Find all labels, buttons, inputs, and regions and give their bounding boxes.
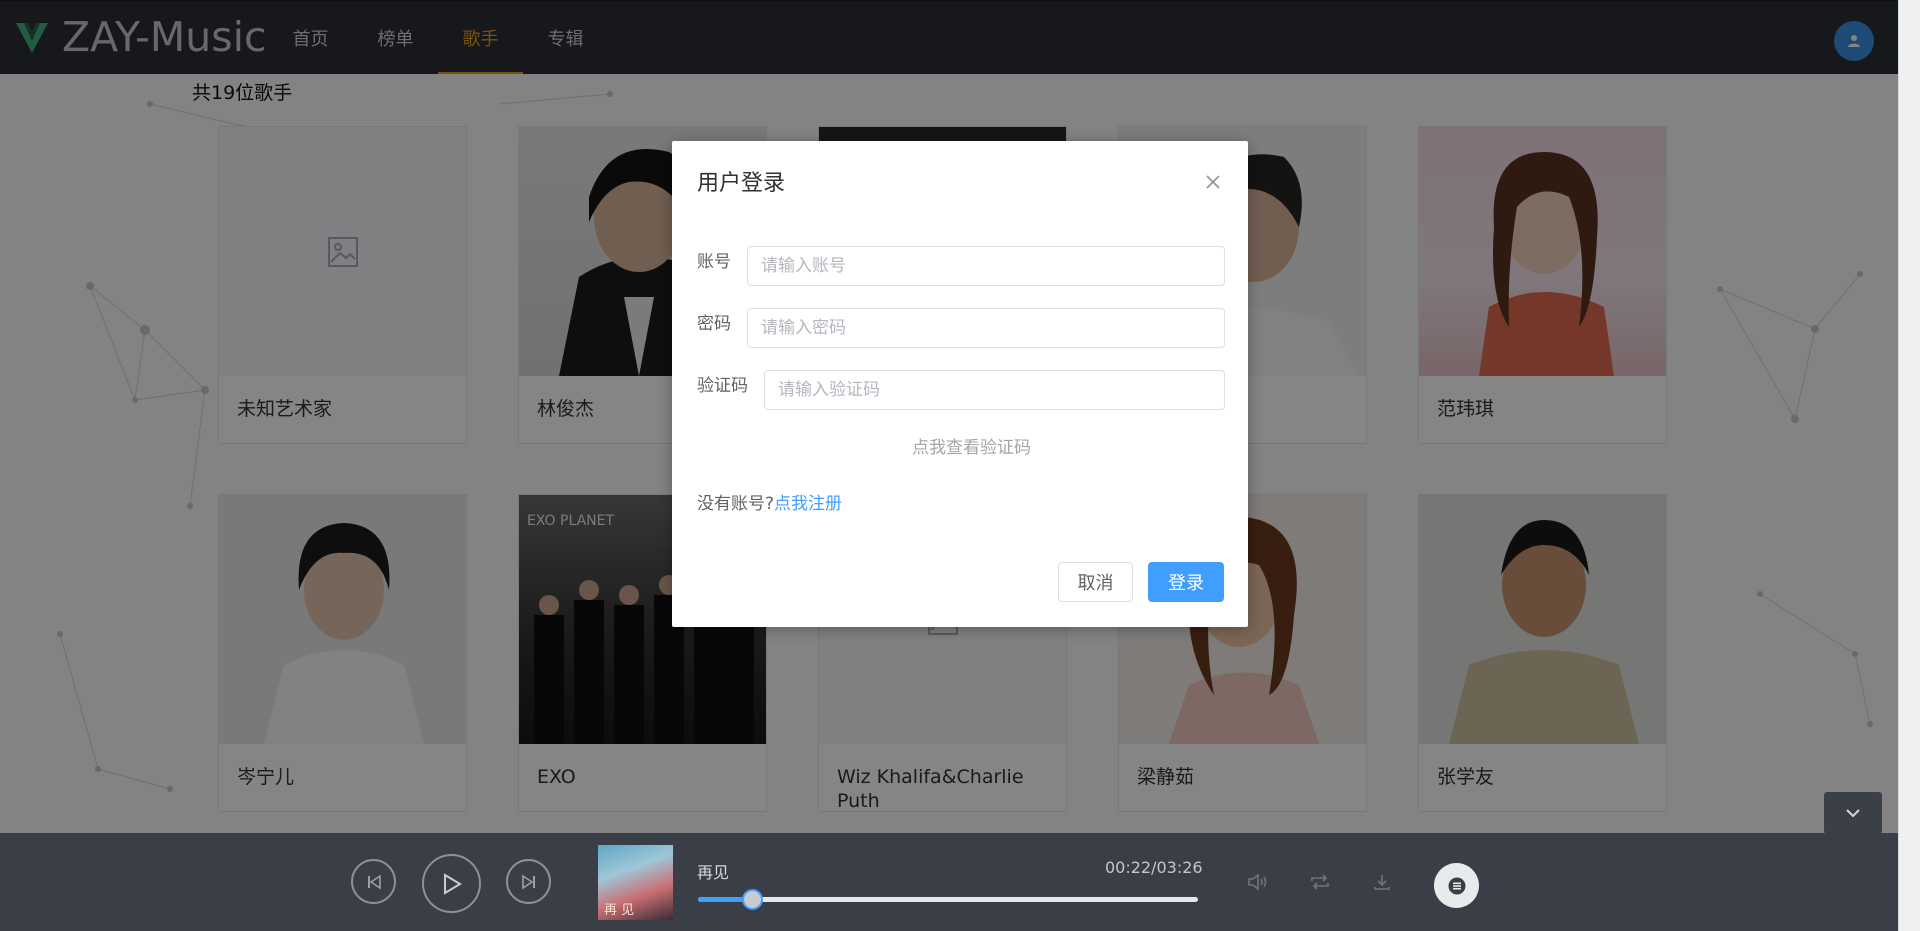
- password-label: 密码: [697, 314, 731, 334]
- scroll-down-button[interactable]: [1824, 792, 1882, 834]
- register-prompt: 没有账号?点我注册: [697, 489, 842, 514]
- close-icon: [1206, 175, 1220, 189]
- download-icon: [1374, 875, 1390, 890]
- play-button[interactable]: [422, 854, 481, 913]
- password-input[interactable]: [747, 308, 1225, 348]
- account-input[interactable]: [747, 246, 1225, 286]
- album-cover[interactable]: 再 见: [598, 845, 673, 920]
- album-cover-text: 再 见: [604, 903, 635, 918]
- chevron-down-icon: [1846, 809, 1860, 818]
- view-captcha-link[interactable]: 点我查看验证码: [912, 433, 1031, 458]
- loop-icon: [1311, 874, 1329, 890]
- login-dialog: 用户登录 账号 密码 验证码 点我查看验证码 没有账号?点我注册 取消 登录: [672, 141, 1248, 627]
- captcha-input[interactable]: [764, 370, 1225, 410]
- volume-icon: [1248, 873, 1267, 891]
- captcha-label: 验证码: [697, 376, 748, 396]
- loop-button[interactable]: [1307, 869, 1333, 895]
- song-title: 再见: [697, 863, 730, 882]
- music-player-bar: 再 见 再见 00:22/03:26: [0, 833, 1898, 931]
- download-button[interactable]: [1369, 869, 1395, 895]
- login-button[interactable]: 登录: [1148, 562, 1224, 602]
- skip-next-icon: [521, 874, 535, 889]
- progress-handle[interactable]: [741, 889, 763, 910]
- playlist-icon: [1448, 877, 1465, 894]
- close-button[interactable]: [1202, 171, 1224, 193]
- volume-button[interactable]: [1245, 869, 1271, 895]
- progress-bar[interactable]: [698, 889, 1198, 910]
- dialog-title: 用户登录: [697, 171, 786, 196]
- skip-previous-icon: [367, 874, 381, 889]
- song-time: 00:22/03:26: [1105, 858, 1203, 877]
- page-scrollbar[interactable]: [1898, 0, 1920, 931]
- register-link[interactable]: 点我注册: [774, 494, 842, 514]
- cancel-button[interactable]: 取消: [1058, 562, 1133, 602]
- no-account-text: 没有账号?: [697, 494, 775, 514]
- account-label: 账号: [697, 252, 731, 272]
- play-icon: [443, 872, 462, 895]
- playlist-button[interactable]: [1434, 863, 1479, 908]
- next-track-button[interactable]: [506, 859, 551, 904]
- previous-track-button[interactable]: [351, 859, 396, 904]
